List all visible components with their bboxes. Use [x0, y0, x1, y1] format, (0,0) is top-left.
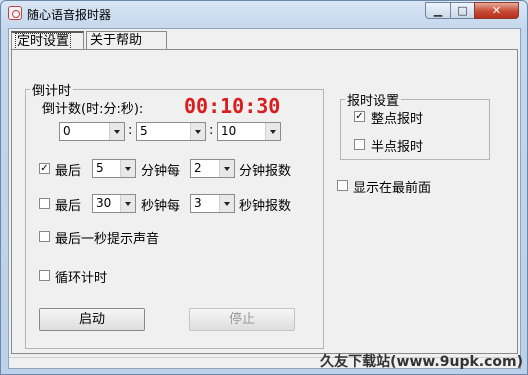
- last-seconds-mid: 秒钟每: [141, 199, 181, 214]
- last-seconds-value: 30: [96, 196, 112, 210]
- separator: :: [209, 123, 214, 138]
- minute-interval-select[interactable]: 2: [190, 159, 235, 178]
- seconds-select[interactable]: 10: [217, 122, 281, 141]
- stop-button[interactable]: 停止: [189, 308, 295, 331]
- chevron-down-icon[interactable]: [120, 195, 135, 212]
- chevron-down-icon[interactable]: [219, 160, 234, 177]
- start-button[interactable]: 启动: [39, 308, 145, 331]
- report-settings-label: 报时设置: [347, 94, 400, 109]
- last-seconds-select[interactable]: 30: [92, 194, 136, 213]
- second-interval-select[interactable]: 3: [190, 194, 235, 213]
- last-second-sound-label: 最后一秒提示声音: [55, 232, 160, 247]
- half-hour-report-checkbox[interactable]: [354, 139, 365, 150]
- maximize-button[interactable]: □: [450, 2, 475, 19]
- tab-about-help[interactable]: 关于帮助: [86, 31, 167, 50]
- chevron-down-icon[interactable]: [219, 195, 234, 212]
- last-minutes-prefix: 最后: [55, 164, 82, 179]
- tab-label: 定时设置: [15, 33, 72, 50]
- chevron-down-icon[interactable]: [120, 160, 135, 177]
- last-minutes-suffix: 分钟报数: [239, 164, 292, 179]
- last-minutes-checkbox[interactable]: ✓: [39, 163, 50, 174]
- seconds-value: 10: [221, 124, 237, 138]
- last-seconds-suffix: 秒钟报数: [239, 199, 292, 214]
- close-button[interactable]: ✕: [474, 2, 519, 19]
- minutes-select[interactable]: 5: [136, 122, 206, 141]
- last-second-sound-checkbox[interactable]: [39, 231, 50, 242]
- minute-interval-value: 2: [194, 161, 202, 175]
- chevron-down-icon[interactable]: [265, 123, 280, 140]
- minimize-button[interactable]: ▁: [425, 2, 451, 19]
- tab-timer-settings[interactable]: 定时设置: [11, 31, 84, 50]
- clock-icon: [8, 6, 22, 20]
- window-title: 随心语音报时器: [27, 8, 112, 22]
- hourly-report-checkbox[interactable]: ✓: [354, 111, 365, 122]
- client-area: 定时设置 关于帮助 倒计时 倒计数(时:分:秒): 00:10:30 0 : 5…: [8, 28, 521, 369]
- chevron-down-icon[interactable]: [190, 123, 205, 140]
- last-seconds-prefix: 最后: [55, 199, 82, 214]
- tab-label: 关于帮助: [90, 33, 143, 48]
- hours-value: 0: [63, 124, 71, 138]
- countdown-group-label: 倒计时: [32, 84, 72, 99]
- always-on-top-checkbox[interactable]: [337, 180, 348, 191]
- loop-timer-label: 循环计时: [55, 271, 108, 286]
- timer-display: 00:10:30: [184, 94, 281, 118]
- last-minutes-select[interactable]: 5: [92, 159, 136, 178]
- minutes-value: 5: [140, 124, 148, 138]
- title-bar[interactable]: 随心语音报时器 ▁ □ ✕: [1, 1, 527, 27]
- hours-select[interactable]: 0: [59, 122, 125, 141]
- chevron-down-icon[interactable]: [109, 123, 124, 140]
- last-minutes-mid: 分钟每: [141, 164, 181, 179]
- hourly-report-label: 整点报时: [371, 112, 424, 127]
- second-interval-value: 3: [194, 196, 202, 210]
- watermark-text: 久友下载站(www.9upk.com): [320, 354, 523, 370]
- last-minutes-value: 5: [96, 161, 104, 175]
- always-on-top-label: 显示在最前面: [353, 181, 432, 196]
- tab-panel: 倒计时 倒计数(时:分:秒): 00:10:30 0 : 5 : 10 ✓ 最后…: [11, 49, 518, 354]
- separator: :: [128, 123, 133, 138]
- last-seconds-checkbox[interactable]: [39, 198, 50, 209]
- countdown-format-label: 倒计数(时:分:秒):: [42, 102, 144, 117]
- app-window: 随心语音报时器 ▁ □ ✕ 定时设置 关于帮助 倒计时 倒计数(时:分:秒): …: [0, 0, 528, 375]
- loop-timer-checkbox[interactable]: [39, 270, 50, 281]
- half-hour-report-label: 半点报时: [371, 140, 424, 155]
